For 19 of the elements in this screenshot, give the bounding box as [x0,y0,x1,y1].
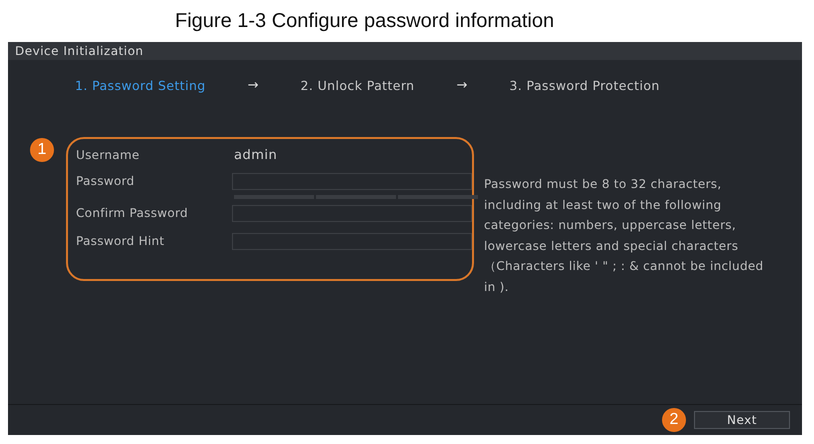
field-label: Confirm Password [76,206,189,220]
password-rules: Password must be 8 to 32 characters, including at least two of the following categories: numbers, uppercase letters, lowercase letters and special characters （Characters like ' " ; : & cannot be included in ). [484,176,764,296]
step-arrow: → [456,78,468,92]
wizard-step[interactable]: 3. Password Protection [509,78,660,92]
username-value: admin [234,148,278,162]
field-label: Password Hint [76,234,166,248]
password-field[interactable] [232,204,472,222]
field-label: Password [76,174,136,188]
callout-badge: 1 [30,138,54,162]
callout-badge: 2 [662,408,686,432]
step-arrow: → [248,78,259,92]
figure-caption: Figure 1-3 Configure password information [174,8,556,34]
wizard-step[interactable]: 2. Unlock Pattern [300,78,414,92]
hint-field[interactable] [232,232,472,250]
window-title: Device Initialization [8,42,802,60]
field-label: Username [76,148,141,162]
next-button[interactable]: Next [694,411,790,429]
password-field[interactable] [232,172,472,190]
wizard-step[interactable]: 1. Password Setting [75,78,206,92]
